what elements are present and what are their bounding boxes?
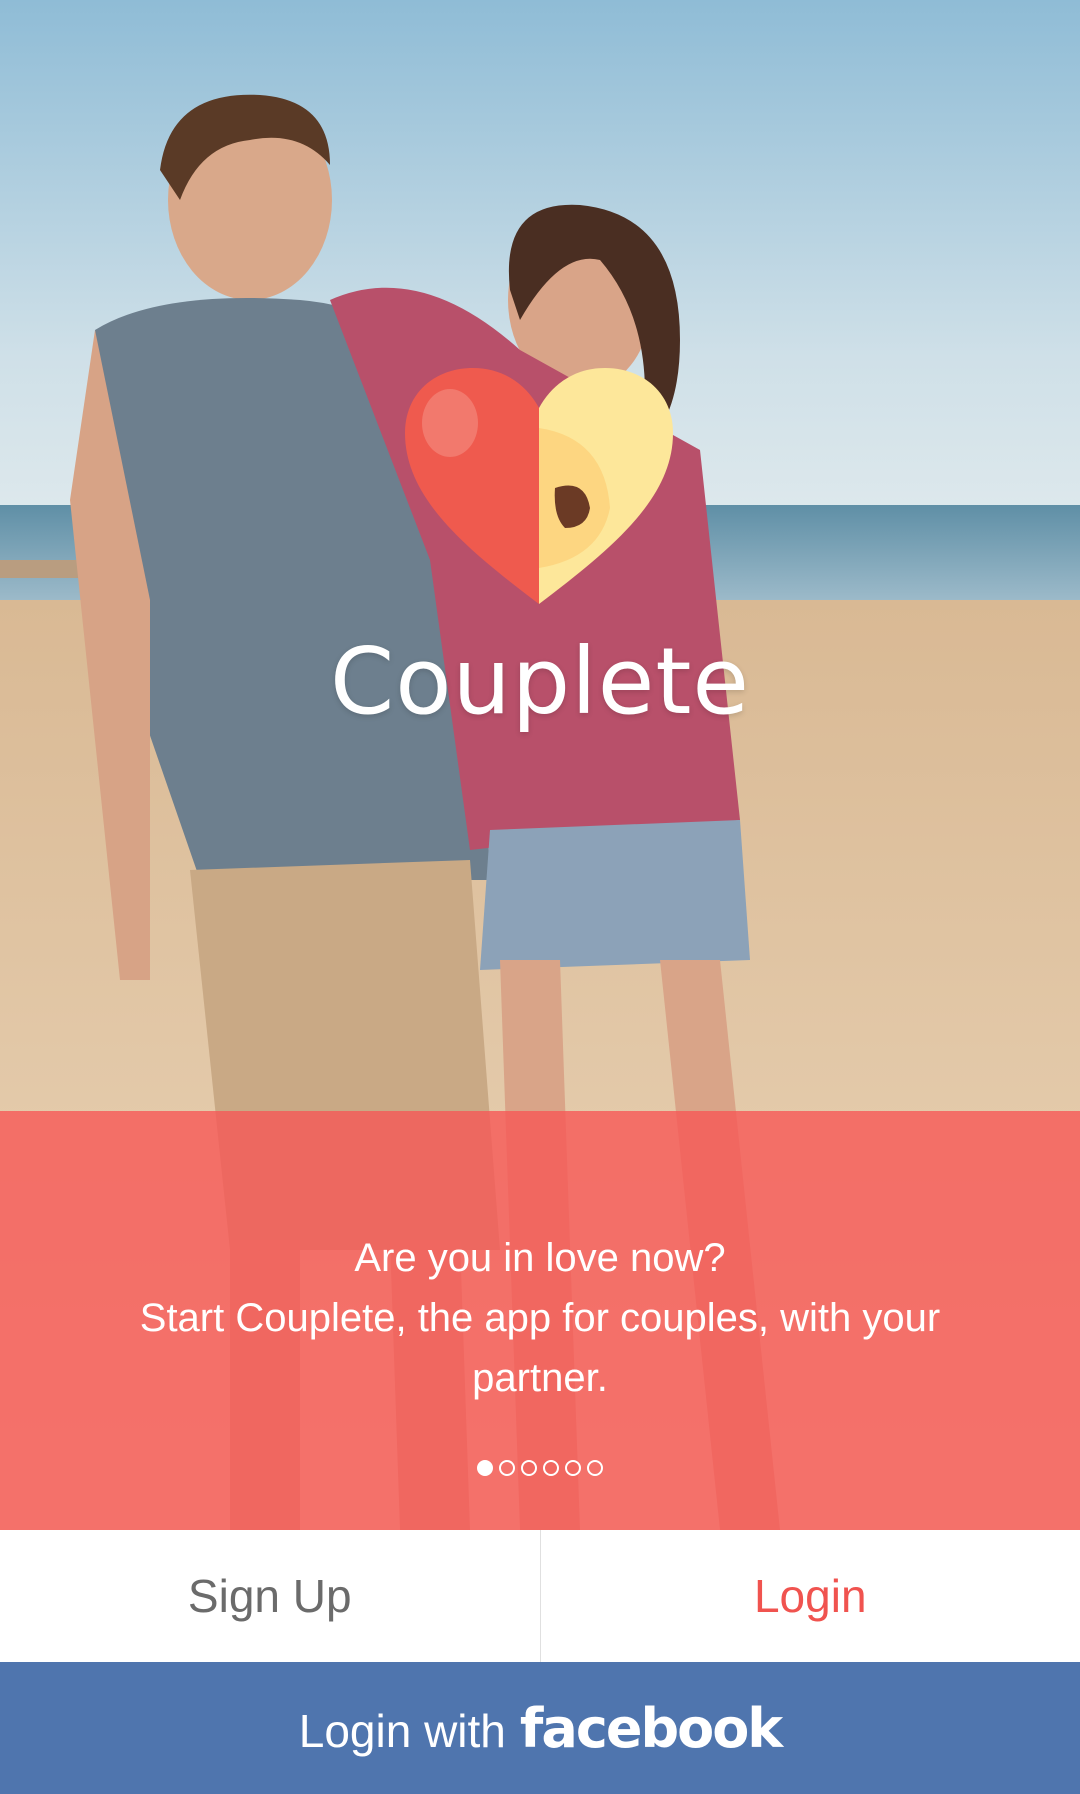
page-dot-2[interactable] (499, 1460, 515, 1476)
tagline-line-1: Are you in love now? (354, 1236, 726, 1280)
onboarding-tagline: Are you in love now? Start Couplete, the… (90, 1228, 990, 1408)
facebook-logo-text: facebook (519, 1696, 783, 1760)
page-dot-6[interactable] (587, 1460, 603, 1476)
sign-up-button[interactable]: Sign Up (0, 1530, 541, 1662)
page-dot-5[interactable] (565, 1460, 581, 1476)
page-dot-3[interactable] (521, 1460, 537, 1476)
login-button[interactable]: Login (541, 1530, 1080, 1662)
tagline-line-2: Start Couplete, the app for couples, wit… (139, 1296, 941, 1400)
page-dot-4[interactable] (543, 1460, 559, 1476)
page-indicator (0, 1460, 1080, 1482)
heart-logo-icon (405, 368, 673, 604)
app-wordmark: Couplete (329, 628, 751, 735)
auth-button-row: Sign Up Login (0, 1530, 1080, 1662)
facebook-login-prefix: Login with (298, 1705, 506, 1757)
page-dot-1[interactable] (477, 1460, 493, 1476)
facebook-login-button[interactable]: Login with facebook (0, 1662, 1080, 1794)
